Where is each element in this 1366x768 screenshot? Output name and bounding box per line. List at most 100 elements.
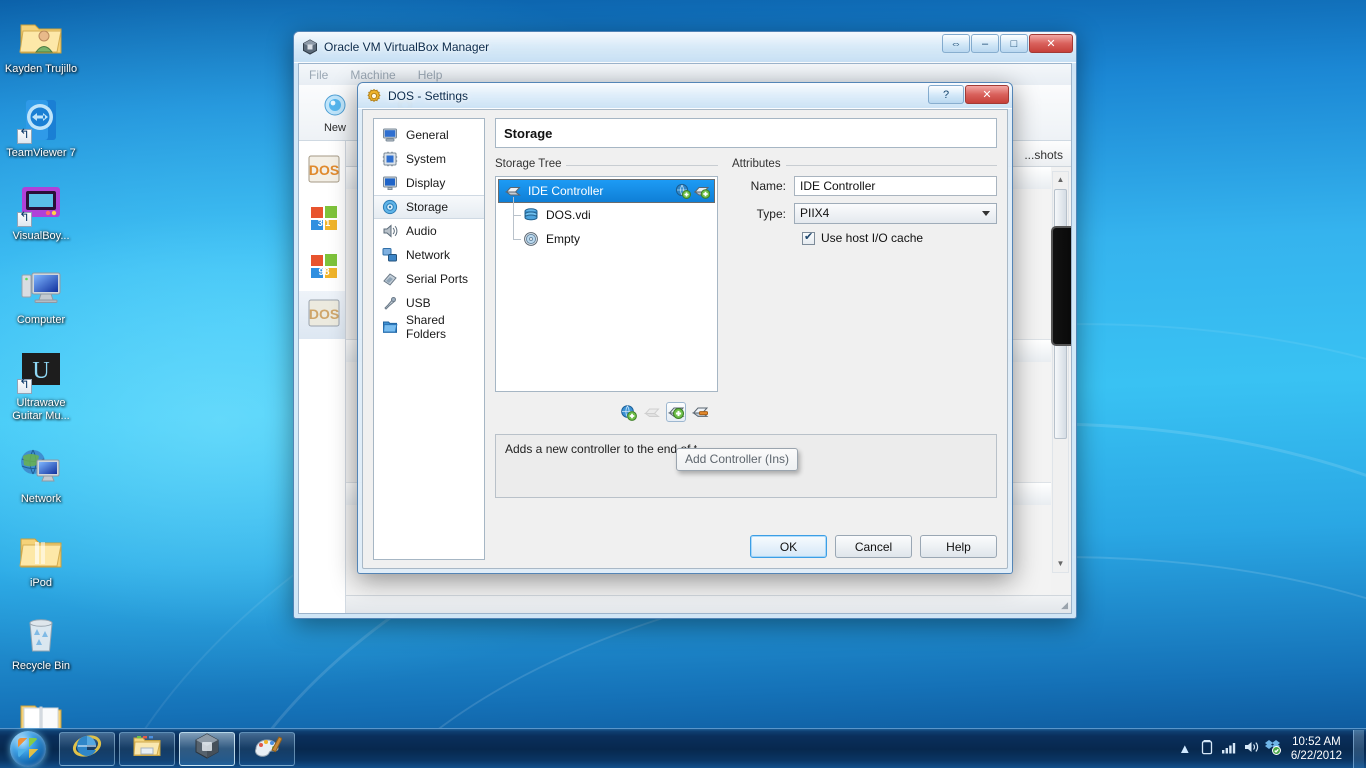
remove-attachment-icon[interactable] — [690, 402, 710, 422]
battery-icon[interactable] — [1196, 739, 1218, 758]
dialog-button-bar: OK Cancel Help — [750, 535, 997, 558]
system-icon — [382, 151, 398, 167]
menu-item-machine[interactable]: Machine — [350, 68, 395, 82]
category-system[interactable]: System — [374, 147, 484, 171]
scroll-up-arrow-icon[interactable]: ▲ — [1053, 172, 1068, 188]
desktop-icon-recycle-bin[interactable]: Recycle Bin — [4, 605, 78, 673]
taskbar-item-virtualbox[interactable] — [179, 731, 235, 766]
menu-item-help[interactable]: Help — [418, 68, 443, 82]
help-button[interactable]: Help — [920, 535, 997, 558]
category-label: Shared Folders — [406, 313, 447, 341]
tree-line — [513, 239, 521, 240]
category-general[interactable]: General — [374, 123, 484, 147]
start-button[interactable] — [1, 730, 55, 768]
svg-text:98: 98 — [318, 267, 330, 278]
dropbox-tray-icon[interactable] — [1262, 739, 1284, 758]
category-usb[interactable]: USB — [374, 291, 484, 315]
add-controller-icon[interactable] — [618, 402, 638, 422]
virtualbox-title-bar[interactable]: Oracle VM VirtualBox Manager ⇔ – □ ✕ — [294, 32, 1076, 63]
vm-list-item-win98[interactable]: 98 — [299, 243, 345, 291]
use-host-io-cache-checkbox[interactable] — [802, 230, 815, 245]
tab-snapshots[interactable]: ...shots — [1016, 144, 1071, 166]
close-button[interactable]: ✕ — [965, 85, 1009, 104]
attributes-body: Name: IDE Controller Type: PIIX4 ✔ Use h… — [732, 176, 997, 245]
vm-list-item-dos-1[interactable]: DOS — [299, 147, 345, 195]
description-text: Adds a new controller to the end of t — [505, 442, 698, 456]
scroll-down-arrow-icon[interactable]: ▼ — [1053, 556, 1068, 572]
desktop-icon-label: TeamViewer 7 — [6, 146, 76, 159]
win98-vm-icon: 98 — [308, 249, 340, 286]
category-storage[interactable]: Storage — [374, 195, 484, 219]
recycle-bin-icon — [17, 609, 65, 657]
type-select-value: PIIX4 — [800, 206, 830, 220]
category-serial-ports[interactable]: Serial Ports — [374, 267, 484, 291]
taskbar-clock[interactable]: 10:52 AM 6/22/2012 — [1284, 735, 1351, 763]
settings-gear-icon — [366, 88, 382, 104]
settings-dialog[interactable]: DOS - Settings ? ✕ General System Displa… — [357, 82, 1013, 574]
category-shared-folders[interactable]: Shared Folders — [374, 313, 484, 341]
add-attachment-icon[interactable] — [666, 402, 686, 422]
category-label: Display — [406, 176, 446, 190]
desktop-background[interactable]: Kayden Trujillo TeamViewer 7 — [0, 0, 1366, 768]
add-cd-dvd-icon[interactable] — [693, 183, 711, 199]
tree-node-dos-vdi[interactable]: DOS.vdi — [496, 197, 717, 227]
storage-tree[interactable]: IDE Controller DOS.vdi Empty — [495, 176, 718, 392]
category-label: Audio — [406, 224, 437, 238]
taskbar-item-paint[interactable] — [239, 731, 295, 766]
show-desktop-button[interactable] — [1353, 729, 1364, 768]
settings-category-list[interactable]: General System Display Storage Audio Net… — [373, 118, 485, 560]
desktop-icon-kayden-trujillo[interactable]: Kayden Trujillo — [4, 8, 78, 76]
tree-node-ide-controller[interactable]: IDE Controller — [498, 179, 715, 203]
cancel-button[interactable]: Cancel — [835, 535, 912, 558]
category-display[interactable]: Display — [374, 171, 484, 195]
taskbar-item-windows-explorer[interactable] — [119, 731, 175, 766]
maximize-button[interactable]: □ — [1000, 34, 1028, 53]
settings-dialog-title-text: DOS - Settings — [388, 88, 469, 103]
vm-preview-thumbnail — [1051, 226, 1071, 346]
settings-dialog-body: General System Display Storage Audio Net… — [362, 109, 1008, 569]
desktop-icon-network[interactable]: Network — [4, 438, 78, 506]
category-network[interactable]: Network — [374, 243, 484, 267]
taskbar-item-internet-explorer[interactable] — [59, 731, 115, 766]
desktop-icon-ultrawave-guitar[interactable]: U Ultrawave Guitar Mu... — [4, 342, 78, 422]
storage-tree-group: Storage Tree IDE Controller DOS.vdi Empt… — [495, 158, 718, 426]
volume-icon[interactable] — [1240, 739, 1262, 758]
svg-text:3.1: 3.1 — [318, 218, 331, 228]
add-hard-disk-icon[interactable] — [675, 183, 691, 199]
ok-button[interactable]: OK — [750, 535, 827, 558]
folder-icon — [17, 526, 65, 574]
category-label: Storage — [406, 200, 449, 214]
ultrawave-guitar-icon: U — [17, 346, 65, 394]
svg-text:DOS: DOS — [309, 306, 339, 322]
use-host-io-cache-row[interactable]: Use host I/O cache — [802, 230, 997, 245]
name-input[interactable]: IDE Controller — [794, 176, 997, 196]
shortcut-overlay-icon — [17, 379, 32, 394]
resize-grip-icon[interactable]: ◢ — [1061, 600, 1068, 611]
minimize-button[interactable]: – — [971, 34, 999, 53]
vm-list[interactable]: DOS 3.1 98 DOS — [299, 141, 347, 613]
desktop-icon-ipod[interactable]: iPod — [4, 522, 78, 590]
menu-item-file[interactable]: File — [309, 68, 328, 82]
show-hidden-icons-icon[interactable]: ▲ — [1174, 741, 1196, 756]
hard-disk-icon — [523, 207, 539, 223]
desktop-icon-visualboy[interactable]: VisualBoy... — [4, 175, 78, 243]
shortcut-overlay-icon — [17, 212, 32, 227]
computer-icon — [17, 263, 65, 311]
svg-text:DOS: DOS — [309, 162, 339, 178]
toolbar-button-new[interactable]: New — [309, 92, 361, 134]
close-button[interactable]: ✕ — [1029, 34, 1073, 53]
tree-node-empty[interactable]: Empty — [496, 209, 717, 251]
resize-arrows-button[interactable]: ⇔ — [942, 34, 970, 53]
settings-dialog-window-controls: ? ✕ — [927, 85, 1009, 104]
help-button[interactable]: ? — [928, 85, 964, 104]
vm-list-item-win31[interactable]: 3.1 — [299, 195, 345, 243]
desktop-icon-teamviewer[interactable]: TeamViewer 7 — [4, 92, 78, 160]
vm-list-item-dos-2[interactable]: DOS — [299, 291, 346, 339]
settings-dialog-title-bar[interactable]: DOS - Settings ? ✕ — [358, 83, 1012, 109]
desktop-icon-computer[interactable]: Computer — [4, 259, 78, 327]
type-select[interactable]: PIIX4 — [794, 203, 997, 224]
svg-text:U: U — [32, 358, 49, 384]
desktop-icon-label: Computer — [16, 313, 66, 326]
category-audio[interactable]: Audio — [374, 219, 484, 243]
network-signal-icon[interactable] — [1218, 739, 1240, 758]
